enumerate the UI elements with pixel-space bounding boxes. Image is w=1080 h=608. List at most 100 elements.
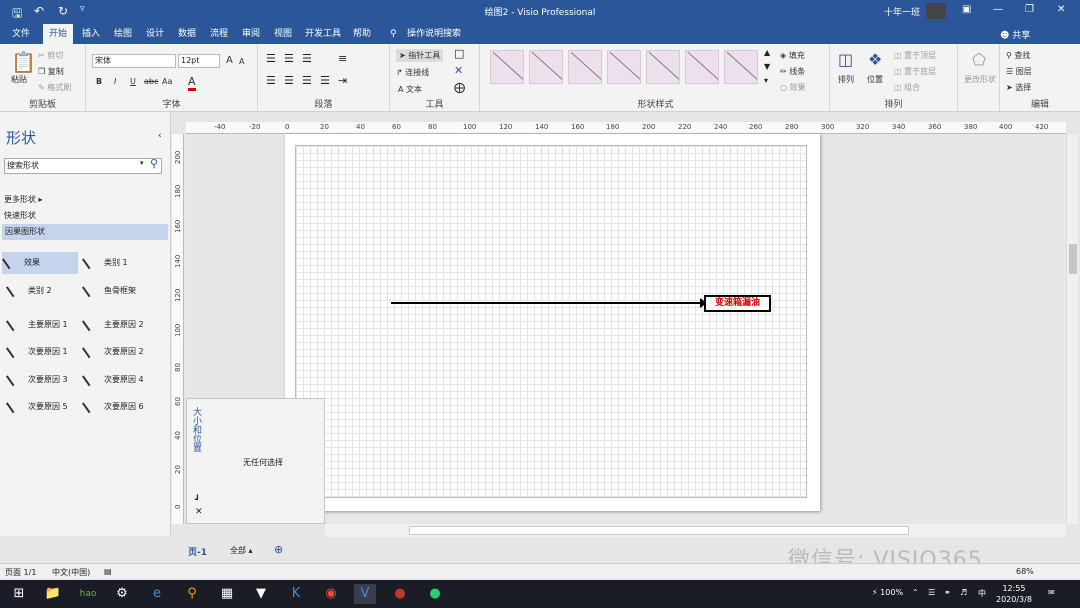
quick-shapes-link[interactable]: 快速形状 [4, 210, 36, 221]
page-tab-1[interactable]: 页-1 [188, 545, 207, 558]
tab-home[interactable]: 开始 [43, 24, 74, 44]
fishbone-spine[interactable] [391, 302, 703, 304]
tab-view[interactable]: 视图 [274, 24, 292, 44]
style-swatch-6[interactable] [685, 50, 719, 84]
send-back-button[interactable]: ◫ 置于底层 [894, 66, 936, 77]
bring-front-button[interactable]: ◫ 置于顶层 [894, 50, 936, 61]
copy-button[interactable]: ❐ 复制 [38, 66, 64, 77]
search-icon[interactable]: ⚲ [150, 157, 158, 170]
paste-button[interactable]: 粘贴 [11, 74, 27, 85]
tab-review[interactable]: 审阅 [242, 24, 260, 44]
connection-point-icon[interactable]: ⨁ [454, 81, 465, 94]
gallery-up-icon[interactable]: ▲ [764, 48, 770, 57]
align-bottom-icon[interactable]: ☰ [302, 52, 312, 65]
strikethrough-button[interactable]: abc [144, 77, 158, 86]
position-button[interactable]: 位置 [867, 74, 883, 85]
volume-icon[interactable]: ♬ [960, 588, 967, 597]
connector-button[interactable]: ↱ 连接线 [396, 67, 429, 78]
chrome-icon[interactable]: ◉ [320, 584, 342, 604]
macro-icon[interactable]: ▤ [104, 567, 112, 576]
calculator-icon[interactable]: ▦ [216, 584, 238, 604]
taskbar-clock[interactable]: 12:55 2020/3/8 [996, 583, 1032, 605]
shape-item-secondary-cause-5[interactable]: 次要原因 5 [6, 396, 68, 418]
effects-button[interactable]: ○ 效果 [780, 82, 806, 93]
font-color-button[interactable]: A [188, 75, 196, 91]
shape-item-effect[interactable]: 效果 [2, 252, 78, 274]
bold-button[interactable]: B [96, 77, 102, 86]
paste-icon[interactable]: 📋 [11, 50, 36, 74]
horizontal-scroll-thumb[interactable] [409, 526, 909, 535]
tab-help[interactable]: 帮助 [353, 24, 371, 44]
change-case-button[interactable]: Aa [162, 77, 172, 86]
file-explorer-icon[interactable]: 📁 [42, 584, 64, 604]
tab-file[interactable]: 文件 [12, 24, 30, 44]
ie-icon[interactable]: e [146, 584, 168, 604]
align-right-icon[interactable]: ☰ [302, 74, 312, 87]
ime-indicator[interactable]: 中 [978, 588, 986, 599]
fill-button[interactable]: ◈ 填充 [780, 50, 805, 61]
more-shapes-link[interactable]: 更多形状 ▸ [4, 194, 43, 205]
windows-start-icon[interactable]: ⊞ [8, 584, 30, 604]
wifi-icon[interactable]: ⚭ [944, 588, 951, 597]
tray-expand-icon[interactable]: ⌃ [912, 588, 919, 597]
tab-data[interactable]: 数据 [178, 24, 196, 44]
pin-icon[interactable]: ┛ [195, 495, 200, 504]
shrink-font-button[interactable]: A [239, 57, 244, 66]
close-tool-icon[interactable]: ✕ [454, 64, 463, 77]
k-app-icon[interactable]: K [285, 584, 307, 604]
search-shapes-input[interactable]: 搜索形状 [4, 158, 162, 174]
shape-item-category-2[interactable]: 类别 2 [6, 280, 52, 302]
shape-item-primary-cause-1[interactable]: 主要原因 1 [6, 314, 68, 336]
shape-item-secondary-cause-6[interactable]: 次要原因 6 [82, 396, 144, 418]
bullets-icon[interactable]: ≡ [338, 52, 347, 65]
battery-indicator[interactable]: ⚡ 100% [872, 588, 903, 597]
style-swatch-7[interactable] [724, 50, 758, 84]
vertical-scrollbar[interactable] [1066, 134, 1078, 524]
tab-design[interactable]: 设计 [146, 24, 164, 44]
shape-item-secondary-cause-2[interactable]: 次要原因 2 [82, 341, 144, 363]
page-indicator[interactable]: 页面 1/1 [5, 567, 36, 578]
change-shape-button[interactable]: 更改形状 [964, 74, 996, 85]
shape-item-fishbone-frame[interactable]: 鱼骨框架 [82, 280, 136, 302]
align-shapes-icon[interactable]: ◫ [838, 50, 853, 69]
tell-me-search[interactable]: 操作说明搜索 [407, 24, 461, 44]
change-shape-icon[interactable]: ⬠ [972, 50, 986, 69]
font-name-select[interactable]: 宋体 [92, 54, 176, 68]
align-middle-icon[interactable]: ☰ [284, 52, 294, 65]
shape-item-secondary-cause-4[interactable]: 次要原因 4 [82, 369, 144, 391]
cut-button[interactable]: ✂ 剪切 [38, 50, 63, 61]
italic-button[interactable]: I [114, 77, 116, 86]
font-size-select[interactable]: 12pt [178, 54, 220, 68]
network-icon[interactable]: ☰ [928, 588, 935, 597]
minimize-icon[interactable]: — [993, 4, 1003, 15]
shape-item-secondary-cause-1[interactable]: 次要原因 1 [6, 341, 68, 363]
notification-icon[interactable]: ✉ [1048, 588, 1055, 597]
align-center-icon[interactable]: ☰ [284, 74, 294, 87]
group-button[interactable]: ◫ 组合 [894, 82, 920, 93]
text-tool-button[interactable]: A 文本 [398, 84, 422, 95]
app-icon[interactable]: ▼ [250, 584, 272, 604]
layers-button[interactable]: ☰ 图层 [1006, 66, 1032, 77]
gallery-down-icon[interactable]: ▼ [764, 62, 770, 71]
zoom-level[interactable]: 68% [1016, 567, 1034, 576]
collapse-pane-icon[interactable]: ‹ [158, 131, 162, 141]
all-pages-button[interactable]: 全部 ▴ [230, 545, 253, 556]
find-button[interactable]: ⚲ 查找 [1006, 50, 1030, 61]
justify-icon[interactable]: ☰ [320, 74, 330, 87]
share-button[interactable]: ☻ 共享 [1000, 28, 1030, 41]
page-grid[interactable] [295, 145, 807, 498]
restore-icon[interactable]: ❐ [1025, 4, 1034, 15]
add-page-icon[interactable]: ⊕ [274, 543, 283, 556]
tab-insert[interactable]: 插入 [82, 24, 100, 44]
search-options-icon[interactable]: ▾ [140, 159, 144, 167]
tab-draw[interactable]: 绘图 [114, 24, 132, 44]
gallery-more-icon[interactable]: ▾ [764, 76, 768, 85]
arrange-button[interactable]: 排列 [838, 74, 854, 85]
close-icon[interactable]: ✕ [1057, 4, 1065, 15]
shape-item-category-1[interactable]: 类别 1 [82, 252, 128, 274]
style-swatch-5[interactable] [646, 50, 680, 84]
search-app-icon[interactable]: ⚲ [181, 584, 203, 604]
style-swatch-4[interactable] [607, 50, 641, 84]
close-panel-icon[interactable]: ✕ [195, 507, 203, 517]
settings-icon[interactable]: ⚙ [111, 584, 133, 604]
